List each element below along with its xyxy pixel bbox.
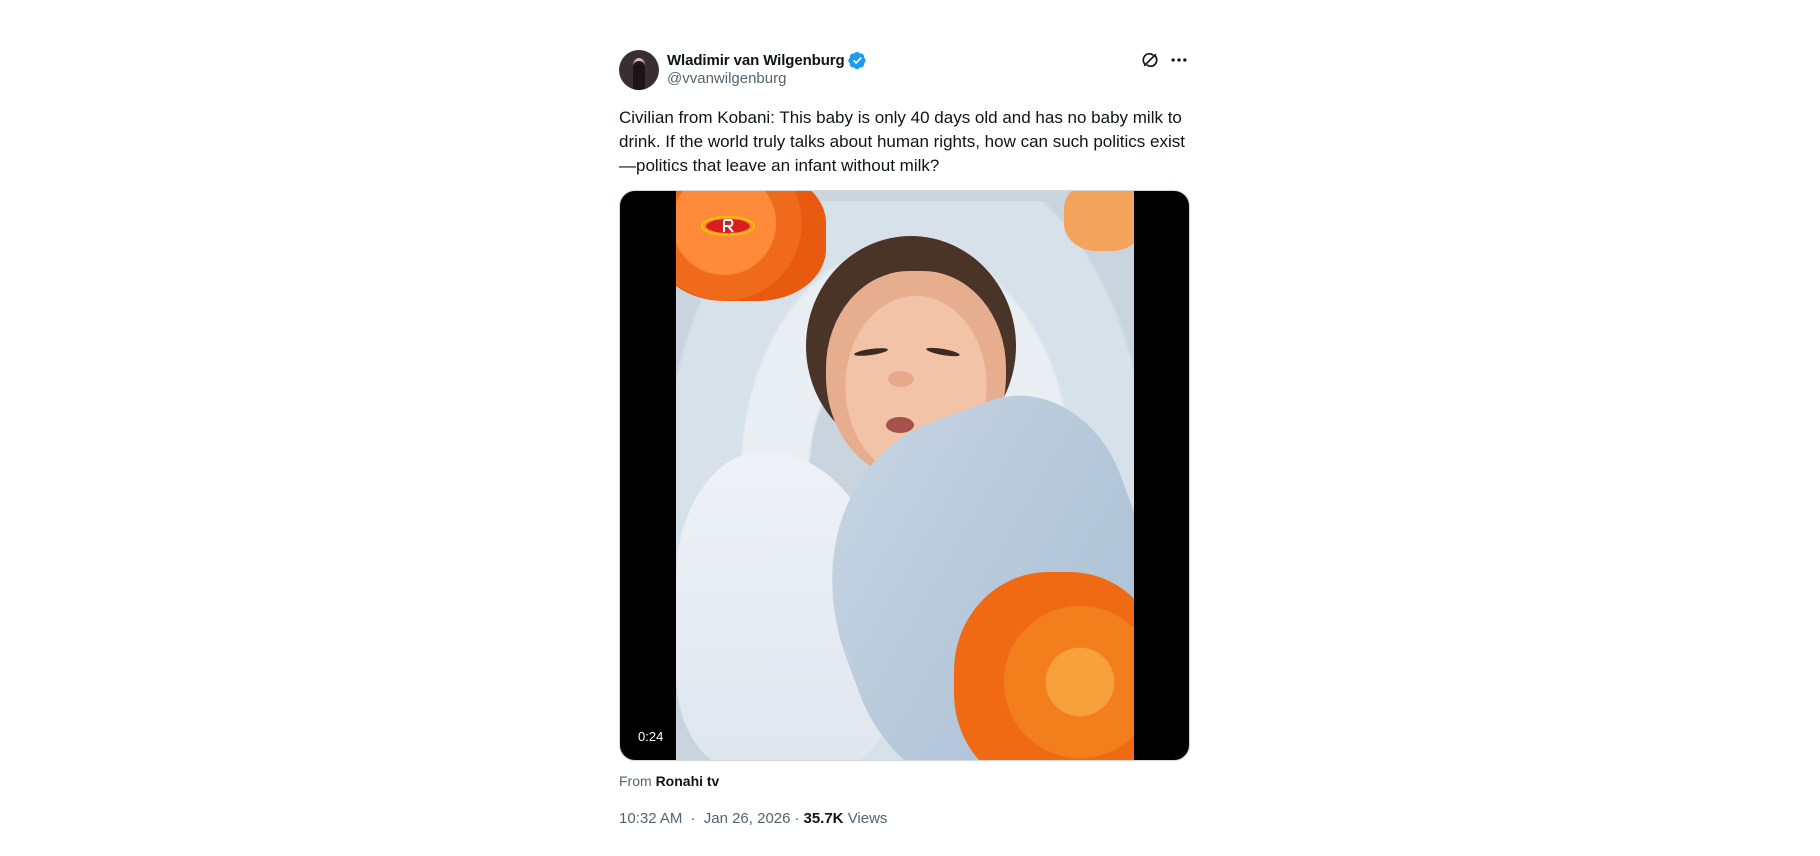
author-display-name[interactable]: Wladimir van Wilgenburg [667, 52, 845, 69]
tweet-time: 10:32 AM [619, 810, 683, 827]
more-options-icon[interactable] [1168, 50, 1190, 70]
views-count: 35.7K [803, 810, 844, 827]
author-handle[interactable]: @vvanwilgenburg [667, 70, 867, 88]
tweet-header: Wladimir van Wilgenburg @vvanwilgenburg [619, 36, 1190, 94]
source-name-link[interactable]: Ronahi tv [656, 773, 720, 789]
video-player[interactable]: 0:24 [619, 190, 1190, 761]
views-link[interactable]: 35.7K Views [803, 809, 887, 829]
video-duration: 0:24 [633, 727, 669, 747]
views-label: Views [847, 810, 888, 827]
channel-logo-watermark [701, 216, 755, 236]
display-name-row: Wladimir van Wilgenburg [667, 50, 867, 70]
separator: · [690, 810, 696, 827]
source-prefix: From [619, 773, 652, 789]
media-source: From Ronahi tv [619, 772, 1190, 790]
video-thumbnail [676, 191, 1134, 760]
tweet-meta: 10:32 AM · Jan 26, 2026 · 35.7K Views [619, 809, 1190, 829]
tweet-time-link[interactable]: 10:32 AM · Jan 26, 2026 [619, 809, 790, 829]
tweet-date: Jan 26, 2026 [703, 810, 791, 827]
separator: · [794, 810, 800, 827]
header-actions [1140, 50, 1190, 70]
verified-badge-icon[interactable] [847, 51, 867, 70]
tweet: Wladimir van Wilgenburg @vvanwilgenburg … [619, 36, 1190, 829]
tweet-text: Civilian from Kobani: This baby is only … [619, 108, 1185, 175]
author-names: Wladimir van Wilgenburg @vvanwilgenburg [667, 50, 867, 88]
grok-icon[interactable] [1140, 50, 1160, 70]
avatar[interactable] [619, 50, 659, 90]
